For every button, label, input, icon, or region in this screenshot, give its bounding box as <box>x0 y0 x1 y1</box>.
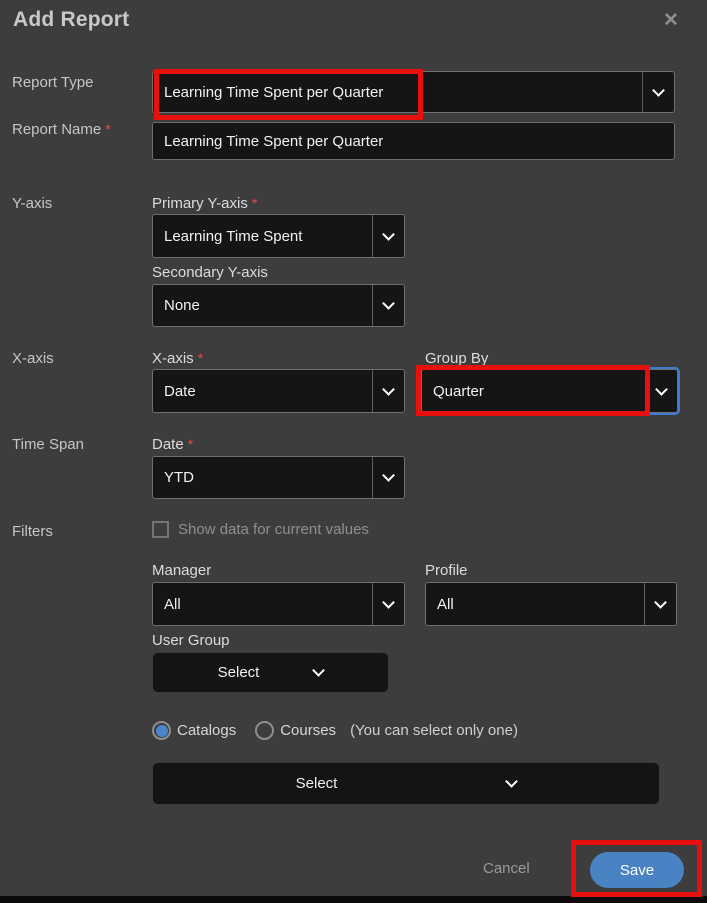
primary-y-axis-dropdown-arrow <box>372 215 404 257</box>
y-axis-section-label: Y-axis <box>12 195 52 212</box>
content-type-radio-group: Catalogs Courses (You can select only on… <box>152 721 518 740</box>
date-field-label-text: Date <box>152 436 184 453</box>
chevron-down-icon <box>382 383 395 396</box>
secondary-y-axis-value: None <box>153 285 372 326</box>
manager-label: Manager <box>152 562 211 579</box>
chevron-down-icon <box>654 596 667 609</box>
date-value: YTD <box>153 457 372 498</box>
report-name-label-text: Report Name <box>12 121 101 138</box>
profile-label: Profile <box>425 562 468 579</box>
chevron-down-icon <box>382 596 395 609</box>
x-axis-field-label: X-axis* <box>152 350 203 367</box>
chevron-down-icon <box>312 664 325 677</box>
x-axis-section-label: X-axis <box>12 350 54 367</box>
content-select-label: Select <box>296 775 338 792</box>
primary-y-axis-dropdown[interactable]: Learning Time Spent <box>152 214 405 258</box>
current-values-checkbox[interactable] <box>152 521 169 538</box>
courses-radio[interactable] <box>255 721 274 740</box>
date-dropdown-arrow <box>372 457 404 498</box>
manager-dropdown-arrow <box>372 583 404 625</box>
cancel-button[interactable]: Cancel <box>483 860 530 877</box>
secondary-y-axis-dropdown-arrow <box>372 285 404 326</box>
primary-y-axis-label-text: Primary Y-axis <box>152 195 248 212</box>
user-group-select-button[interactable]: Select <box>152 652 389 693</box>
group-by-dropdown[interactable]: Quarter <box>421 369 678 413</box>
chevron-down-icon <box>505 775 518 788</box>
profile-value: All <box>426 583 644 625</box>
chevron-down-icon <box>382 469 395 482</box>
group-by-label: Group By <box>425 350 488 367</box>
group-by-value: Quarter <box>422 370 645 412</box>
time-span-section-label: Time Span <box>12 436 84 453</box>
catalogs-radio-label: Catalogs <box>177 722 236 739</box>
x-axis-value: Date <box>153 370 372 412</box>
required-asterisk: * <box>105 121 110 137</box>
report-type-label: Report Type <box>12 74 93 91</box>
current-values-checkbox-label: Show data for current values <box>178 521 369 538</box>
report-name-input[interactable] <box>152 122 675 160</box>
chevron-down-icon <box>382 297 395 310</box>
x-axis-field-label-text: X-axis <box>152 350 194 367</box>
secondary-y-axis-label: Secondary Y-axis <box>152 264 268 281</box>
manager-value: All <box>153 583 372 625</box>
bottom-edge-strip <box>0 896 707 903</box>
group-by-dropdown-arrow <box>645 370 677 412</box>
profile-dropdown[interactable]: All <box>425 582 677 626</box>
manager-dropdown[interactable]: All <box>152 582 405 626</box>
radio-note: (You can select only one) <box>350 722 518 739</box>
secondary-y-axis-dropdown[interactable]: None <box>152 284 405 327</box>
filters-section-label: Filters <box>12 523 53 540</box>
primary-y-axis-value: Learning Time Spent <box>153 215 372 257</box>
current-values-checkbox-row: Show data for current values <box>152 521 369 538</box>
chevron-down-icon <box>652 84 665 97</box>
required-asterisk: * <box>198 350 203 366</box>
profile-dropdown-arrow <box>644 583 676 625</box>
date-dropdown[interactable]: YTD <box>152 456 405 499</box>
report-type-dropdown-arrow <box>642 72 674 112</box>
dialog-title: Add Report <box>13 8 129 32</box>
content-select-button[interactable]: Select <box>152 762 660 805</box>
report-type-value: Learning Time Spent per Quarter <box>153 72 642 112</box>
x-axis-dropdown[interactable]: Date <box>152 369 405 413</box>
user-group-label: User Group <box>152 632 230 649</box>
close-icon[interactable]: ✕ <box>659 8 683 32</box>
primary-y-axis-label: Primary Y-axis* <box>152 195 257 212</box>
required-asterisk: * <box>188 436 193 452</box>
chevron-down-icon <box>655 383 668 396</box>
report-type-dropdown[interactable]: Learning Time Spent per Quarter <box>152 71 675 113</box>
x-axis-dropdown-arrow <box>372 370 404 412</box>
save-button[interactable]: Save <box>590 852 684 888</box>
required-asterisk: * <box>252 195 257 211</box>
chevron-down-icon <box>382 228 395 241</box>
date-field-label: Date* <box>152 436 193 453</box>
catalogs-radio[interactable] <box>152 721 171 740</box>
courses-radio-label: Courses <box>280 722 336 739</box>
report-name-label: Report Name* <box>12 121 111 138</box>
user-group-select-label: Select <box>218 664 260 681</box>
